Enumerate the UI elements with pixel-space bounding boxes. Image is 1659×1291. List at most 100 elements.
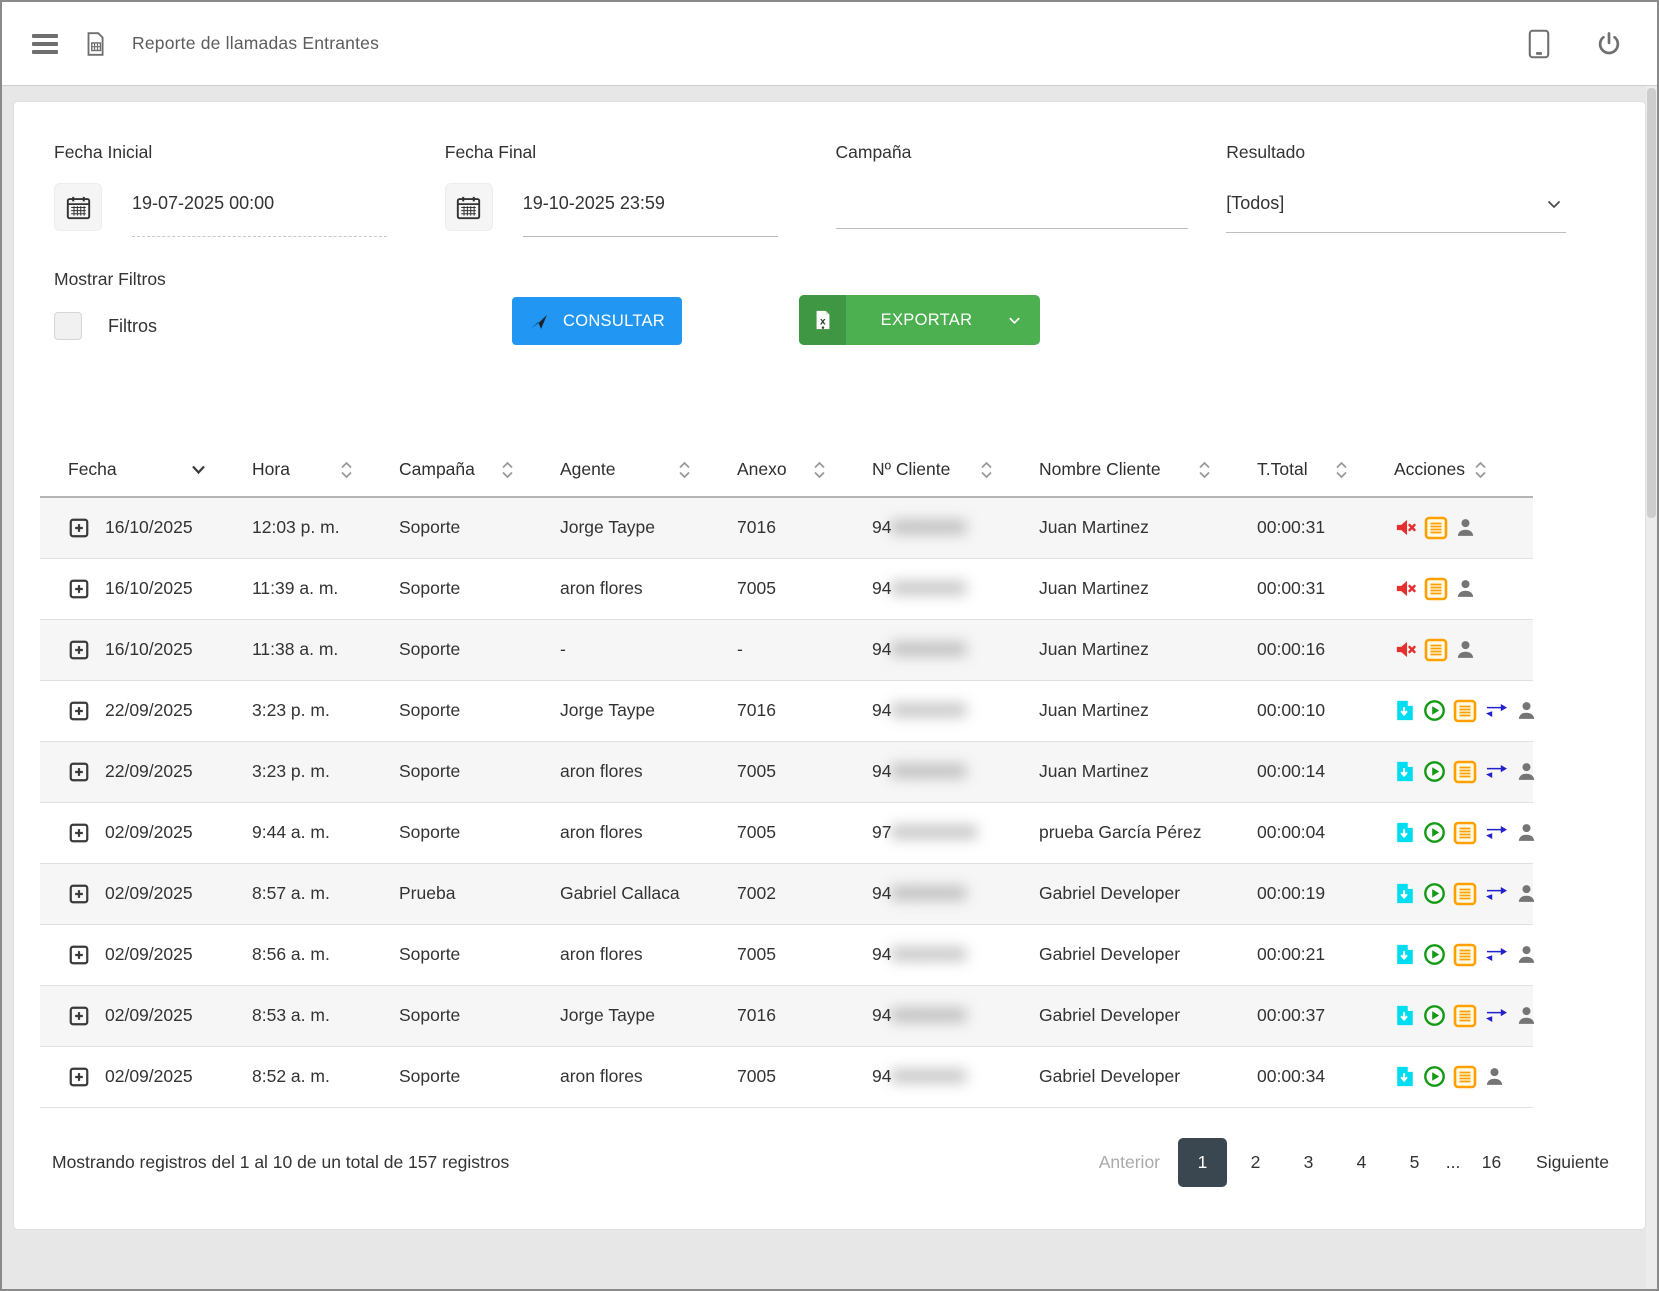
play-recording-icon[interactable] xyxy=(1423,821,1446,844)
acciones-cell xyxy=(1394,516,1533,540)
mute-icon[interactable] xyxy=(1394,516,1417,539)
calendar-icon[interactable] xyxy=(445,183,493,231)
cell-anexo: 7002 xyxy=(737,863,872,924)
expand-row-icon[interactable] xyxy=(68,517,90,539)
campana-input[interactable] xyxy=(836,183,1188,229)
download-recording-icon[interactable] xyxy=(1394,699,1416,722)
call-notes-icon[interactable] xyxy=(1453,760,1477,784)
transfer-call-icon[interactable] xyxy=(1484,761,1509,782)
resultado-select[interactable]: [Todos] xyxy=(1226,183,1566,233)
column-header-5[interactable]: Anexo xyxy=(737,445,872,497)
transfer-call-icon[interactable] xyxy=(1484,883,1509,904)
contact-icon[interactable] xyxy=(1455,517,1476,538)
call-notes-icon[interactable] xyxy=(1453,943,1477,967)
mobile-icon[interactable] xyxy=(1527,29,1551,59)
page-button-4[interactable]: 4 xyxy=(1337,1138,1386,1187)
column-header-8[interactable]: T.Total xyxy=(1257,445,1394,497)
play-recording-icon[interactable] xyxy=(1423,699,1446,722)
cell-ttotal: 00:00:14 xyxy=(1257,741,1394,802)
column-header-6[interactable]: Nº Cliente xyxy=(872,445,1039,497)
expand-row-icon[interactable] xyxy=(68,1066,90,1088)
contact-icon[interactable] xyxy=(1455,639,1476,660)
download-recording-icon[interactable] xyxy=(1394,1004,1416,1027)
expand-row-icon[interactable] xyxy=(68,761,90,783)
menu-icon[interactable] xyxy=(32,34,58,54)
contact-icon[interactable] xyxy=(1455,578,1476,599)
sort-icon[interactable] xyxy=(1474,460,1487,480)
play-recording-icon[interactable] xyxy=(1423,760,1446,783)
page-button-16[interactable]: 16 xyxy=(1467,1138,1516,1187)
consultar-button[interactable]: CONSULTAR xyxy=(512,297,682,345)
sort-icon[interactable] xyxy=(980,460,993,480)
transfer-call-icon[interactable] xyxy=(1484,1005,1509,1026)
mute-icon[interactable] xyxy=(1394,577,1417,600)
transfer-call-icon[interactable] xyxy=(1484,822,1509,843)
page-button-3[interactable]: 3 xyxy=(1284,1138,1333,1187)
column-header-1[interactable]: Fecha xyxy=(40,445,252,497)
call-notes-icon[interactable] xyxy=(1453,1065,1477,1089)
sort-icon[interactable] xyxy=(501,460,514,480)
page-button-5[interactable]: 5 xyxy=(1390,1138,1439,1187)
download-recording-icon[interactable] xyxy=(1394,882,1416,905)
exportar-button[interactable]: x EXPORTAR xyxy=(799,295,1040,345)
power-icon[interactable] xyxy=(1595,30,1623,58)
contact-icon[interactable] xyxy=(1516,944,1537,965)
expand-row-icon[interactable] xyxy=(68,883,90,905)
cell-fecha: 02/09/2025 xyxy=(105,1066,193,1087)
transfer-call-icon[interactable] xyxy=(1484,700,1509,721)
expand-row-icon[interactable] xyxy=(68,1005,90,1027)
expand-row-icon[interactable] xyxy=(68,578,90,600)
column-header-9[interactable]: Acciones xyxy=(1394,445,1533,497)
sort-icon[interactable] xyxy=(813,460,826,480)
download-recording-icon[interactable] xyxy=(1394,760,1416,783)
call-notes-icon[interactable] xyxy=(1453,1004,1477,1028)
transfer-call-icon[interactable] xyxy=(1484,944,1509,965)
download-recording-icon[interactable] xyxy=(1394,943,1416,966)
sort-icon[interactable] xyxy=(1335,460,1348,480)
mute-icon[interactable] xyxy=(1394,638,1417,661)
pagination-previous[interactable]: Anterior xyxy=(1089,1138,1174,1187)
sort-icon[interactable] xyxy=(1198,460,1211,480)
scrollbar[interactable] xyxy=(1646,86,1657,1291)
column-header-7[interactable]: Nombre Cliente xyxy=(1039,445,1257,497)
play-recording-icon[interactable] xyxy=(1423,943,1446,966)
column-header-3[interactable]: Campaña xyxy=(399,445,560,497)
contact-icon[interactable] xyxy=(1516,700,1537,721)
expand-row-icon[interactable] xyxy=(68,944,90,966)
pagination-next[interactable]: Siguiente xyxy=(1520,1138,1619,1187)
call-notes-icon[interactable] xyxy=(1453,882,1477,906)
page-button-2[interactable]: 2 xyxy=(1231,1138,1280,1187)
expand-row-icon[interactable] xyxy=(68,639,90,661)
call-notes-icon[interactable] xyxy=(1424,577,1448,601)
call-notes-icon[interactable] xyxy=(1453,821,1477,845)
play-recording-icon[interactable] xyxy=(1423,882,1446,905)
sort-icon[interactable] xyxy=(191,464,206,475)
contact-icon[interactable] xyxy=(1516,1005,1537,1026)
table-row: 02/09/20258:52 a. m.Soportearon flores70… xyxy=(40,1046,1533,1107)
filtros-checkbox[interactable] xyxy=(54,312,82,340)
cell-campana: Soporte xyxy=(399,619,560,680)
play-recording-icon[interactable] xyxy=(1423,1004,1446,1027)
contact-icon[interactable] xyxy=(1516,883,1537,904)
expand-row-icon[interactable] xyxy=(68,700,90,722)
sort-icon[interactable] xyxy=(678,460,691,480)
fecha-final-input[interactable]: 19-10-2025 23:59 xyxy=(523,183,778,237)
column-header-2[interactable]: Hora xyxy=(252,445,399,497)
scrollbar-thumb[interactable] xyxy=(1647,88,1656,518)
contact-icon[interactable] xyxy=(1516,761,1537,782)
download-recording-icon[interactable] xyxy=(1394,1065,1416,1088)
expand-row-icon[interactable] xyxy=(68,822,90,844)
contact-icon[interactable] xyxy=(1516,822,1537,843)
page-title: Reporte de llamadas Entrantes xyxy=(132,33,379,54)
sort-icon[interactable] xyxy=(340,460,353,480)
fecha-inicial-input[interactable]: 19-07-2025 00:00 xyxy=(132,183,387,237)
play-recording-icon[interactable] xyxy=(1423,1065,1446,1088)
call-notes-icon[interactable] xyxy=(1424,516,1448,540)
call-notes-icon[interactable] xyxy=(1424,638,1448,662)
call-notes-icon[interactable] xyxy=(1453,699,1477,723)
page-button-1[interactable]: 1 xyxy=(1178,1138,1227,1187)
column-header-4[interactable]: Agente xyxy=(560,445,737,497)
calendar-icon[interactable] xyxy=(54,183,102,231)
download-recording-icon[interactable] xyxy=(1394,821,1416,844)
contact-icon[interactable] xyxy=(1484,1066,1505,1087)
